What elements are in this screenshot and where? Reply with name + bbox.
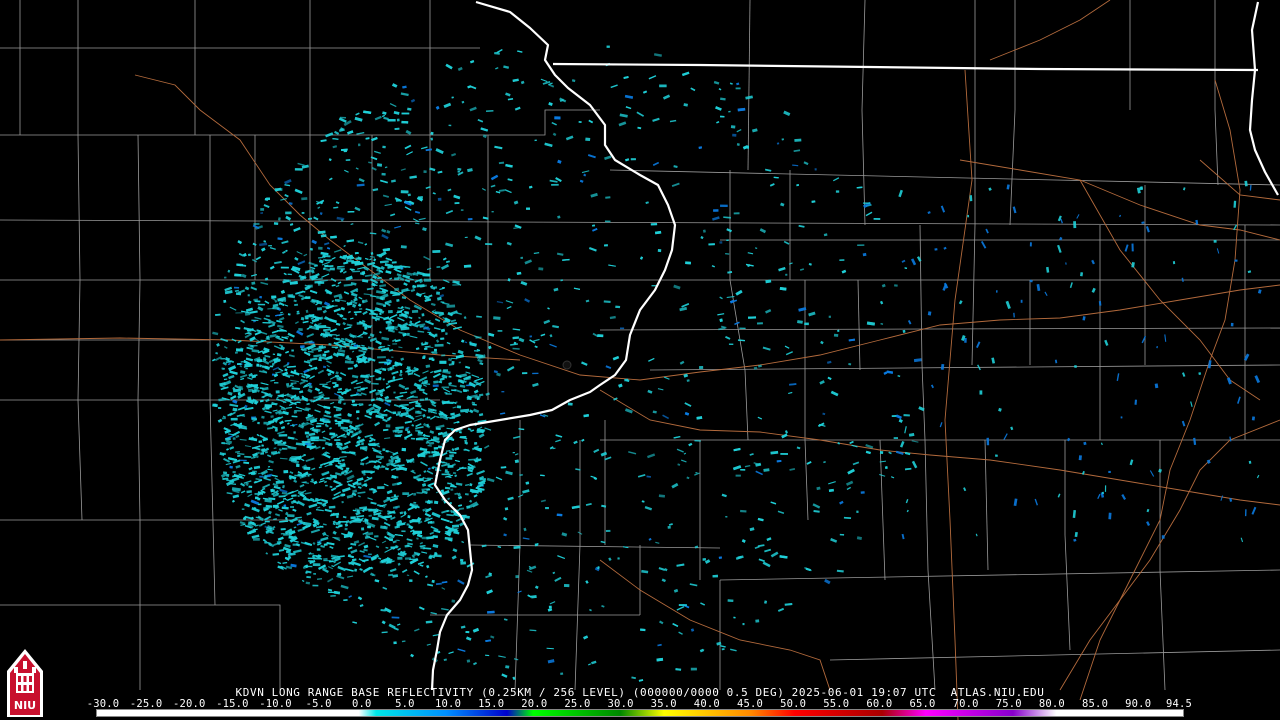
niu-logo-text: NIU bbox=[14, 699, 36, 712]
niu-logo: NIU bbox=[7, 649, 43, 717]
radar-map bbox=[0, 0, 1280, 720]
color-scale-bar bbox=[96, 709, 1184, 717]
radar-site-marker bbox=[562, 360, 572, 370]
